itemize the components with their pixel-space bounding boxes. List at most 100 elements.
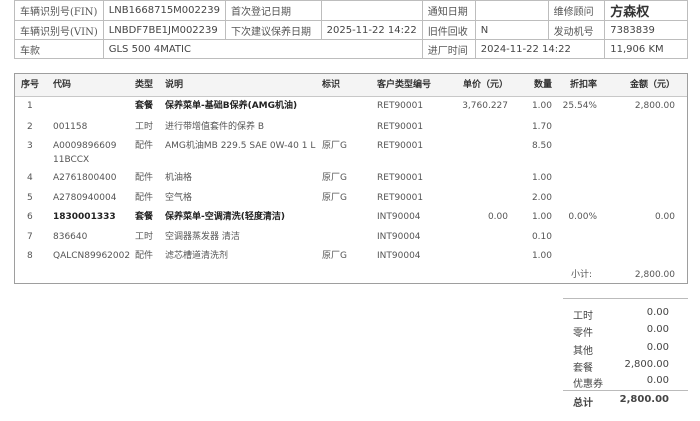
row-desc: 保养菜单-空调清洗(轻度清洁) <box>165 212 285 222</box>
summary-labor: 工时 0.00 <box>573 307 669 322</box>
summary-value: 0.00 <box>646 307 669 318</box>
row-type: 配件 <box>135 251 154 261</box>
model-value: GLS 500 4MATIC <box>102 39 423 59</box>
row-cust-type: RET90001 <box>377 122 424 132</box>
row-type: 配件 <box>135 193 154 203</box>
row-cust-type: RET90001 <box>377 141 424 151</box>
fin-value: LNB1668715M002239 <box>102 0 226 21</box>
row-type: 工时 <box>135 122 154 132</box>
row-code: A2780940004 <box>53 193 117 203</box>
row-code: 1830001333 <box>53 212 116 222</box>
row-no: 1 <box>27 101 33 111</box>
old-parts-label: 旧件回收 <box>421 20 476 40</box>
row-desc: 进行带增值套件的保养 B <box>165 122 265 132</box>
row-type: 套餐 <box>135 101 154 111</box>
summary-label: 零件 <box>573 328 593 339</box>
row-type: 套餐 <box>135 212 154 222</box>
row-flag: 原厂G <box>322 173 347 183</box>
row-flag: 原厂G <box>322 141 347 151</box>
row-cust-type: INT90004 <box>377 251 421 261</box>
col-header-amount: 金额（元） <box>629 80 675 90</box>
summary-value: 2,800.00 <box>624 359 669 370</box>
row-code: 001158 <box>53 122 88 132</box>
row-qty: 0.10 <box>531 232 552 242</box>
row-no: 5 <box>27 193 33 203</box>
model-label: 车款 <box>14 39 104 59</box>
col-header-flag: 标识 <box>322 80 341 90</box>
row-qty: 2.00 <box>531 193 552 203</box>
row-desc: 滤芯槽道清洗剂 <box>165 251 229 261</box>
row-desc: 机油格 <box>165 173 193 183</box>
engine-number-value: 7383839 <box>604 20 688 40</box>
row-code: A0009896609 <box>53 141 117 151</box>
row-cust-type: INT90004 <box>377 212 421 222</box>
service-advisor-label: 维修顾问 <box>547 0 606 21</box>
row-qty: 1.00 <box>531 212 552 222</box>
row-code: QALCN89962002 <box>53 251 131 261</box>
row-amount: 2,800.00 <box>634 101 675 111</box>
summary-divider-top <box>563 298 688 299</box>
row-no: 7 <box>27 232 33 242</box>
col-header-qty: 数量 <box>533 80 552 90</box>
summary-value: 0.00 <box>646 342 669 353</box>
summary-divider-bottom <box>563 390 688 391</box>
vin-value: LNBDF7BE1JM002239 <box>102 20 226 40</box>
row-qty: 8.50 <box>531 141 552 151</box>
row-code: A2761800400 <box>53 173 117 183</box>
summary-package: 套餐 2,800.00 <box>573 359 669 374</box>
summary-parts: 零件 0.00 <box>573 324 669 339</box>
row-flag: 原厂G <box>322 193 347 203</box>
col-header-no: 序号 <box>21 80 40 90</box>
row-desc: AMG机油MB 229.5 SAE 0W-40 1 L <box>165 141 316 151</box>
col-header-cust-type: 客户类型编号 <box>377 80 432 90</box>
row-no: 2 <box>27 122 33 132</box>
summary-label: 套餐 <box>573 363 593 374</box>
col-header-desc: 说明 <box>165 80 184 90</box>
entry-time-label: 进厂时间 <box>421 39 476 59</box>
col-header-type: 类型 <box>135 80 154 90</box>
row-qty: 1.70 <box>531 122 552 132</box>
col-header-price: 单价（元） <box>462 80 508 90</box>
summary-value: 2,800.00 <box>619 394 669 405</box>
summary-other: 其他 0.00 <box>573 342 669 357</box>
row-qty: 1.00 <box>531 101 552 111</box>
col-header-code: 代码 <box>53 80 72 90</box>
row-amount: 0.00 <box>654 212 675 222</box>
summary-label: 工时 <box>573 311 593 322</box>
subtotal-value: 2,800.00 <box>634 270 675 280</box>
notice-date-value <box>474 0 549 21</box>
summary-label: 总计 <box>573 398 593 409</box>
row-code-continued: 11BCCX <box>53 155 90 165</box>
row-discount: 25.54% <box>562 101 597 111</box>
summary-value: 0.00 <box>646 324 669 335</box>
row-flag: 原厂G <box>322 251 347 261</box>
mileage-value: 11,906 KM <box>604 39 688 59</box>
row-price: 3,760.227 <box>462 101 508 111</box>
row-qty: 1.00 <box>531 173 552 183</box>
row-type: 工时 <box>135 232 154 242</box>
row-price: 0.00 <box>487 212 508 222</box>
summary-coupon: 优惠券 0.00 <box>573 375 669 390</box>
old-parts-value: N <box>474 20 549 40</box>
fin-label: 车辆识别号(FIN) <box>14 0 104 21</box>
col-header-discount: 折扣率 <box>569 80 597 90</box>
row-no: 6 <box>27 212 33 222</box>
row-cust-type: RET90001 <box>377 173 424 183</box>
summary-label: 其他 <box>573 346 593 357</box>
first-registration-label: 首次登记日期 <box>224 0 322 21</box>
table-header: 序号 代码 类型 说明 标识 客户类型编号 单价（元） 数量 折扣率 金额（元） <box>15 74 687 97</box>
row-type: 配件 <box>135 141 154 151</box>
row-type: 配件 <box>135 173 154 183</box>
row-qty: 1.00 <box>531 251 552 261</box>
next-service-label: 下次建议保养日期 <box>224 20 322 40</box>
line-items-table: 序号 代码 类型 说明 标识 客户类型编号 单价（元） 数量 折扣率 金额（元）… <box>14 73 688 284</box>
subtotal-label: 小计: <box>571 270 593 280</box>
entry-time-value: 2024-11-22 14:22 <box>474 39 606 59</box>
row-no: 8 <box>27 251 33 261</box>
row-desc: 空气格 <box>165 193 193 203</box>
summary-value: 0.00 <box>646 375 669 386</box>
row-no: 4 <box>27 173 33 183</box>
service-advisor-value: 方森权 <box>604 0 688 21</box>
first-registration-value <box>320 0 423 21</box>
row-code: 836640 <box>53 232 88 242</box>
